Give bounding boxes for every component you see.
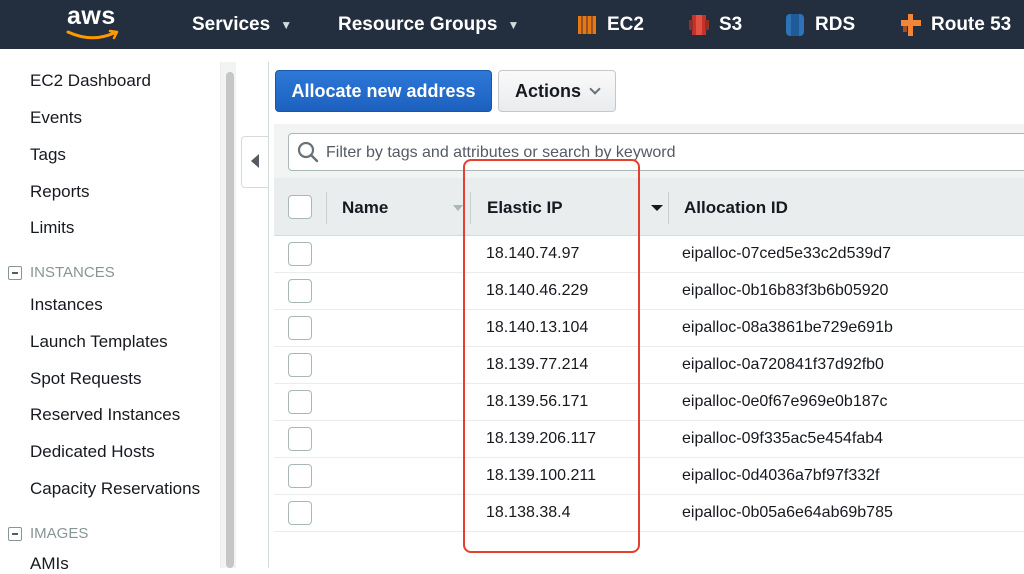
collapse-sidebar-button[interactable] xyxy=(241,136,269,188)
sidebar-item-reserved-instances[interactable]: Reserved Instances xyxy=(30,405,180,425)
sidebar-item-launch-templates[interactable]: Launch Templates xyxy=(30,332,168,352)
sidebar-section-instances[interactable]: INSTANCES xyxy=(8,264,115,281)
elastic-ip-cell: 18.139.56.171 xyxy=(486,393,589,410)
table-row[interactable]: 18.140.74.97 eipalloc-07ced5e33c2d539d7 xyxy=(274,236,1024,273)
allocation-id-cell: eipalloc-0b16b83f3b6b05920 xyxy=(682,282,889,299)
elastic-ip-cell: 18.138.38.4 xyxy=(486,504,571,521)
table-row[interactable]: 18.140.13.104 eipalloc-08a3861be729e691b xyxy=(274,310,1024,347)
table-row[interactable]: 18.138.38.4 eipalloc-0b05a6e64ab69b785 xyxy=(274,495,1024,532)
ec2-icon xyxy=(578,16,596,34)
search-input[interactable] xyxy=(326,141,1024,165)
allocation-id-cell: eipalloc-07ced5e33c2d539d7 xyxy=(682,245,892,262)
resource-groups-menu[interactable]: Resource Groups ▼ xyxy=(338,12,519,38)
column-separator xyxy=(470,192,471,224)
shortcut-rds-label: RDS xyxy=(815,14,856,35)
sidebar-item-instances[interactable]: Instances xyxy=(30,295,103,315)
elastic-ip-cell: 18.139.77.214 xyxy=(486,356,589,373)
services-menu[interactable]: Services ▼ xyxy=(192,12,292,38)
shortcut-s3[interactable]: S3 xyxy=(688,12,742,38)
column-separator xyxy=(668,192,669,224)
allocate-new-address-button[interactable]: Allocate new address xyxy=(275,70,492,112)
actions-dropdown-button[interactable]: Actions xyxy=(498,70,616,112)
aws-logo[interactable]: aws xyxy=(64,2,124,42)
shortcut-s3-label: S3 xyxy=(719,14,743,35)
column-header-name[interactable]: Name xyxy=(342,198,388,218)
top-navigation-bar: aws Services ▼ Resource Groups ▼ EC2 S3 xyxy=(0,0,1024,49)
allocation-id-cell: eipalloc-09f335ac5e454fab4 xyxy=(682,430,884,447)
sidebar-section-images[interactable]: IMAGES xyxy=(8,525,88,542)
chevron-down-icon: ▼ xyxy=(507,18,520,32)
actions-button-label: Actions xyxy=(514,80,581,101)
rds-icon xyxy=(786,14,804,36)
sort-caret-icon[interactable] xyxy=(453,205,463,211)
shortcut-route53-label: Route 53 xyxy=(931,14,1012,35)
chevron-left-icon xyxy=(251,154,259,168)
table-row[interactable]: 18.139.56.171 eipalloc-0e0f67e969e0b187c xyxy=(274,384,1024,421)
sidebar-item-capacity-reservations[interactable]: Capacity Reservations xyxy=(30,479,200,499)
row-checkbox[interactable] xyxy=(288,242,312,266)
allocation-id-cell: eipalloc-0e0f67e969e0b187c xyxy=(682,393,888,410)
select-all-checkbox[interactable] xyxy=(288,195,312,219)
shortcut-route53[interactable]: Route 53 xyxy=(900,12,1011,38)
sidebar-item-tags[interactable]: Tags xyxy=(30,145,66,165)
resource-groups-label: Resource Groups xyxy=(338,14,498,35)
sidebar-item-reports[interactable]: Reports xyxy=(30,182,90,202)
route53-icon xyxy=(901,14,921,36)
sidebar-section-label: IMAGES xyxy=(30,525,89,542)
sidebar-item-events[interactable]: Events xyxy=(30,108,82,128)
sidebar-item-amis[interactable]: AMIs xyxy=(30,554,69,574)
chevron-down-icon: ▼ xyxy=(280,18,293,32)
shortcut-ec2[interactable]: EC2 xyxy=(576,12,644,38)
column-header-elastic-ip[interactable]: Elastic IP xyxy=(487,198,563,218)
row-checkbox[interactable] xyxy=(288,427,312,451)
sort-caret-icon[interactable] xyxy=(651,205,663,211)
chevron-down-icon xyxy=(589,82,601,95)
sidebar-item-dedicated-hosts[interactable]: Dedicated Hosts xyxy=(30,442,155,462)
sidebar-item-limits[interactable]: Limits xyxy=(30,218,74,238)
allocate-button-label: Allocate new address xyxy=(291,80,476,101)
row-checkbox[interactable] xyxy=(288,390,312,414)
row-checkbox[interactable] xyxy=(288,464,312,488)
table-row[interactable]: 18.140.46.229 eipalloc-0b16b83f3b6b05920 xyxy=(274,273,1024,310)
elastic-ip-cell: 18.139.206.117 xyxy=(486,430,597,447)
elastic-ip-cell: 18.140.46.229 xyxy=(486,282,589,299)
main-divider xyxy=(268,62,269,568)
elastic-ip-cell: 18.139.100.211 xyxy=(486,467,597,484)
allocation-id-cell: eipalloc-08a3861be729e691b xyxy=(682,319,893,336)
row-checkbox[interactable] xyxy=(288,501,312,525)
aws-smile-icon xyxy=(66,29,119,40)
column-header-allocation-id[interactable]: Allocation ID xyxy=(684,198,788,218)
row-checkbox[interactable] xyxy=(288,316,312,340)
allocation-id-cell: eipalloc-0a720841f37d92fb0 xyxy=(682,356,884,373)
sidebar-section-label: INSTANCES xyxy=(30,264,115,281)
aws-logo-text: aws xyxy=(67,2,116,30)
allocation-id-cell: eipalloc-0d4036a7bf97f332f xyxy=(682,467,880,484)
collapse-minus-icon xyxy=(8,265,22,280)
sidebar-item-ec2-dashboard[interactable]: EC2 Dashboard xyxy=(30,71,151,91)
column-separator xyxy=(326,192,327,224)
table-row[interactable]: 18.139.77.214 eipalloc-0a720841f37d92fb0 xyxy=(274,347,1024,384)
row-checkbox[interactable] xyxy=(288,353,312,377)
shortcut-rds[interactable]: RDS xyxy=(784,12,855,38)
elastic-ip-cell: 18.140.74.97 xyxy=(486,245,580,262)
search-icon xyxy=(297,141,319,163)
shortcut-ec2-label: EC2 xyxy=(607,14,644,35)
table-row[interactable]: 18.139.100.211 eipalloc-0d4036a7bf97f332… xyxy=(274,458,1024,495)
sidebar-scrollbar-thumb[interactable] xyxy=(226,72,234,568)
collapse-minus-icon xyxy=(8,526,22,541)
table-row[interactable]: 18.139.206.117 eipalloc-09f335ac5e454fab… xyxy=(274,421,1024,458)
sidebar-item-spot-requests[interactable]: Spot Requests xyxy=(30,369,142,389)
row-checkbox[interactable] xyxy=(288,279,312,303)
elastic-ip-cell: 18.140.13.104 xyxy=(486,319,589,336)
allocation-id-cell: eipalloc-0b05a6e64ab69b785 xyxy=(682,504,893,521)
s3-icon xyxy=(689,15,709,35)
services-label: Services xyxy=(192,14,271,35)
